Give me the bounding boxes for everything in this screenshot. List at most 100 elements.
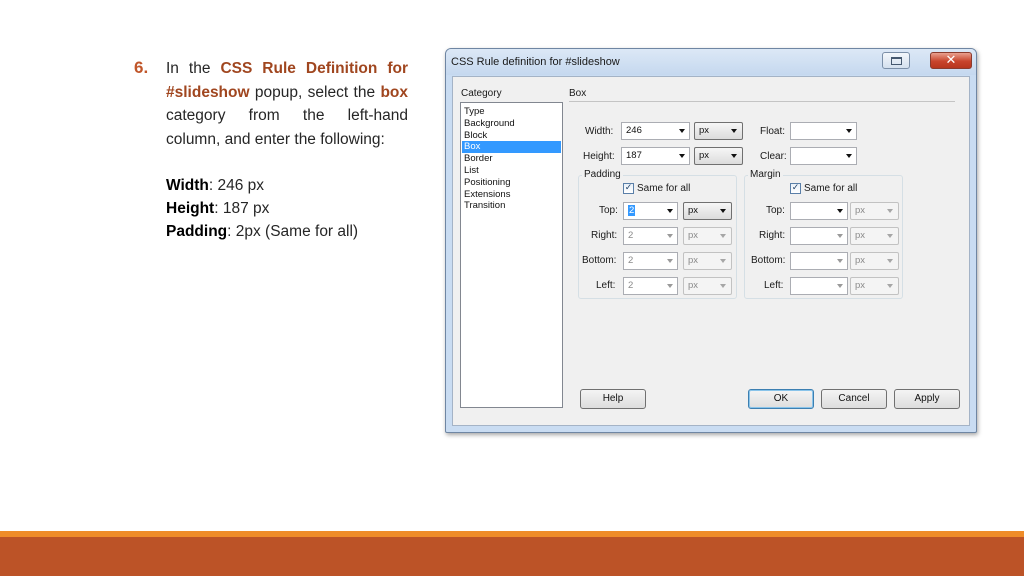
category-item-positioning[interactable]: Positioning [462, 177, 561, 189]
margin-same-label: Same for all [804, 183, 858, 194]
category-item-block[interactable]: Block [462, 130, 561, 142]
height-unit-select[interactable]: px [694, 147, 743, 165]
margin-group-title: Margin [748, 169, 783, 180]
margin-top-input[interactable] [790, 202, 848, 220]
cancel-button[interactable]: Cancel [821, 389, 887, 409]
height-input[interactable]: 187 [621, 147, 690, 165]
chevron-down-icon [720, 259, 726, 263]
height-line: Height: 187 px [166, 197, 408, 220]
category-item-list[interactable]: List [462, 165, 561, 177]
restore-icon [891, 57, 902, 65]
intro-text-2: popup, select the [249, 83, 381, 101]
chevron-down-icon [720, 234, 726, 238]
padding-value: : 2px (Same for all) [227, 223, 359, 240]
padding-top-unit-value: px [688, 205, 699, 216]
category-item-background[interactable]: Background [462, 118, 561, 130]
padding-right-value: 2 [628, 230, 634, 241]
instruction-text: In the CSS Rule Definition for #slidesho… [166, 57, 408, 243]
width-input-value: 246 [626, 125, 642, 136]
padding-right-unit: px [683, 227, 732, 245]
margin-right-input [790, 227, 848, 245]
padding-bottom-label: Bottom: [582, 255, 617, 266]
clear-label: Clear: [760, 151, 787, 162]
close-icon: ✕ [945, 53, 957, 68]
margin-right-label: Right: [759, 230, 786, 241]
width-label: Width: [585, 126, 614, 137]
chevron-down-icon [887, 284, 893, 288]
apply-button[interactable]: Apply [894, 389, 960, 409]
margin-bottom-label: Bottom: [751, 255, 786, 266]
chevron-down-icon [837, 209, 843, 213]
chevron-down-icon [720, 209, 726, 213]
category-item-transition[interactable]: Transition [462, 200, 561, 212]
category-item-border[interactable]: Border [462, 153, 561, 165]
margin-top-label: Top: [766, 205, 785, 216]
footer-bar [0, 537, 1024, 576]
restore-button[interactable] [882, 52, 910, 69]
chevron-down-icon [887, 259, 893, 263]
chevron-down-icon [731, 154, 737, 158]
category-item-box[interactable]: Box [462, 141, 561, 154]
category-list[interactable]: Type Background Block Box Border List Po… [460, 102, 563, 408]
chevron-down-icon [837, 284, 843, 288]
chevron-down-icon [667, 209, 673, 213]
step-number: 6. [134, 58, 149, 77]
padding-left-input: 2 [623, 277, 678, 295]
ok-button[interactable]: OK [748, 389, 814, 409]
float-select[interactable] [790, 122, 857, 140]
padding-same-checkbox[interactable]: ✓ [623, 183, 634, 194]
padding-line: Padding: 2px (Same for all) [166, 220, 408, 243]
padding-top-value: 2 [628, 205, 636, 216]
close-button[interactable]: ✕ [930, 52, 972, 69]
category-item-type[interactable]: Type [462, 106, 561, 118]
height-input-value: 187 [626, 150, 642, 161]
padding-bottom-unit: px [683, 252, 732, 270]
category-label: Category [461, 88, 502, 99]
dialog-title: CSS Rule definition for #slideshow [451, 56, 620, 68]
padding-key: Padding [166, 223, 228, 240]
width-input[interactable]: 246 [621, 122, 690, 140]
chevron-down-icon [731, 129, 737, 133]
chevron-down-icon [679, 154, 685, 158]
margin-bottom-input [790, 252, 848, 270]
margin-bottom-unit-value: px [855, 255, 866, 266]
chevron-down-icon [837, 234, 843, 238]
help-button[interactable]: Help [580, 389, 646, 409]
chevron-down-icon [720, 284, 726, 288]
padding-top-unit[interactable]: px [683, 202, 732, 220]
float-label: Float: [760, 126, 786, 137]
width-key: Width [166, 177, 209, 194]
clear-select[interactable] [790, 147, 857, 165]
padding-bottom-input: 2 [623, 252, 678, 270]
padding-left-unit: px [683, 277, 732, 295]
width-value: : 246 px [208, 177, 265, 194]
padding-group-title: Padding [582, 169, 623, 180]
padding-right-label: Right: [591, 230, 618, 241]
value-list: Width: 246 px Height: 187 px Padding: 2p… [166, 174, 408, 243]
padding-bottom-value: 2 [628, 255, 634, 266]
margin-same-checkbox[interactable]: ✓ [790, 183, 801, 194]
chevron-down-icon [667, 259, 673, 263]
padding-same-label: Same for all [637, 183, 691, 194]
header-divider [569, 101, 955, 102]
dialog-titlebar[interactable]: CSS Rule definition for #slideshow ✕ [446, 49, 976, 75]
chevron-down-icon [887, 209, 893, 213]
padding-top-input[interactable]: 2 [623, 202, 678, 220]
width-line: Width: 246 px [166, 174, 408, 197]
height-key: Height [166, 200, 215, 217]
check-icon: ✓ [791, 183, 800, 193]
chevron-down-icon [667, 234, 673, 238]
height-value: : 187 px [214, 200, 270, 217]
category-item-extensions[interactable]: Extensions [462, 189, 561, 201]
padding-left-value: 2 [628, 280, 634, 291]
padding-right-input: 2 [623, 227, 678, 245]
chevron-down-icon [837, 259, 843, 263]
margin-top-unit-value: px [855, 205, 866, 216]
chevron-down-icon [846, 154, 852, 158]
chevron-down-icon [846, 129, 852, 133]
chevron-down-icon [667, 284, 673, 288]
section-title: Box [569, 88, 587, 99]
height-unit-value: px [699, 150, 710, 161]
width-unit-select[interactable]: px [694, 122, 743, 140]
intro-text-1: In the [166, 60, 221, 77]
